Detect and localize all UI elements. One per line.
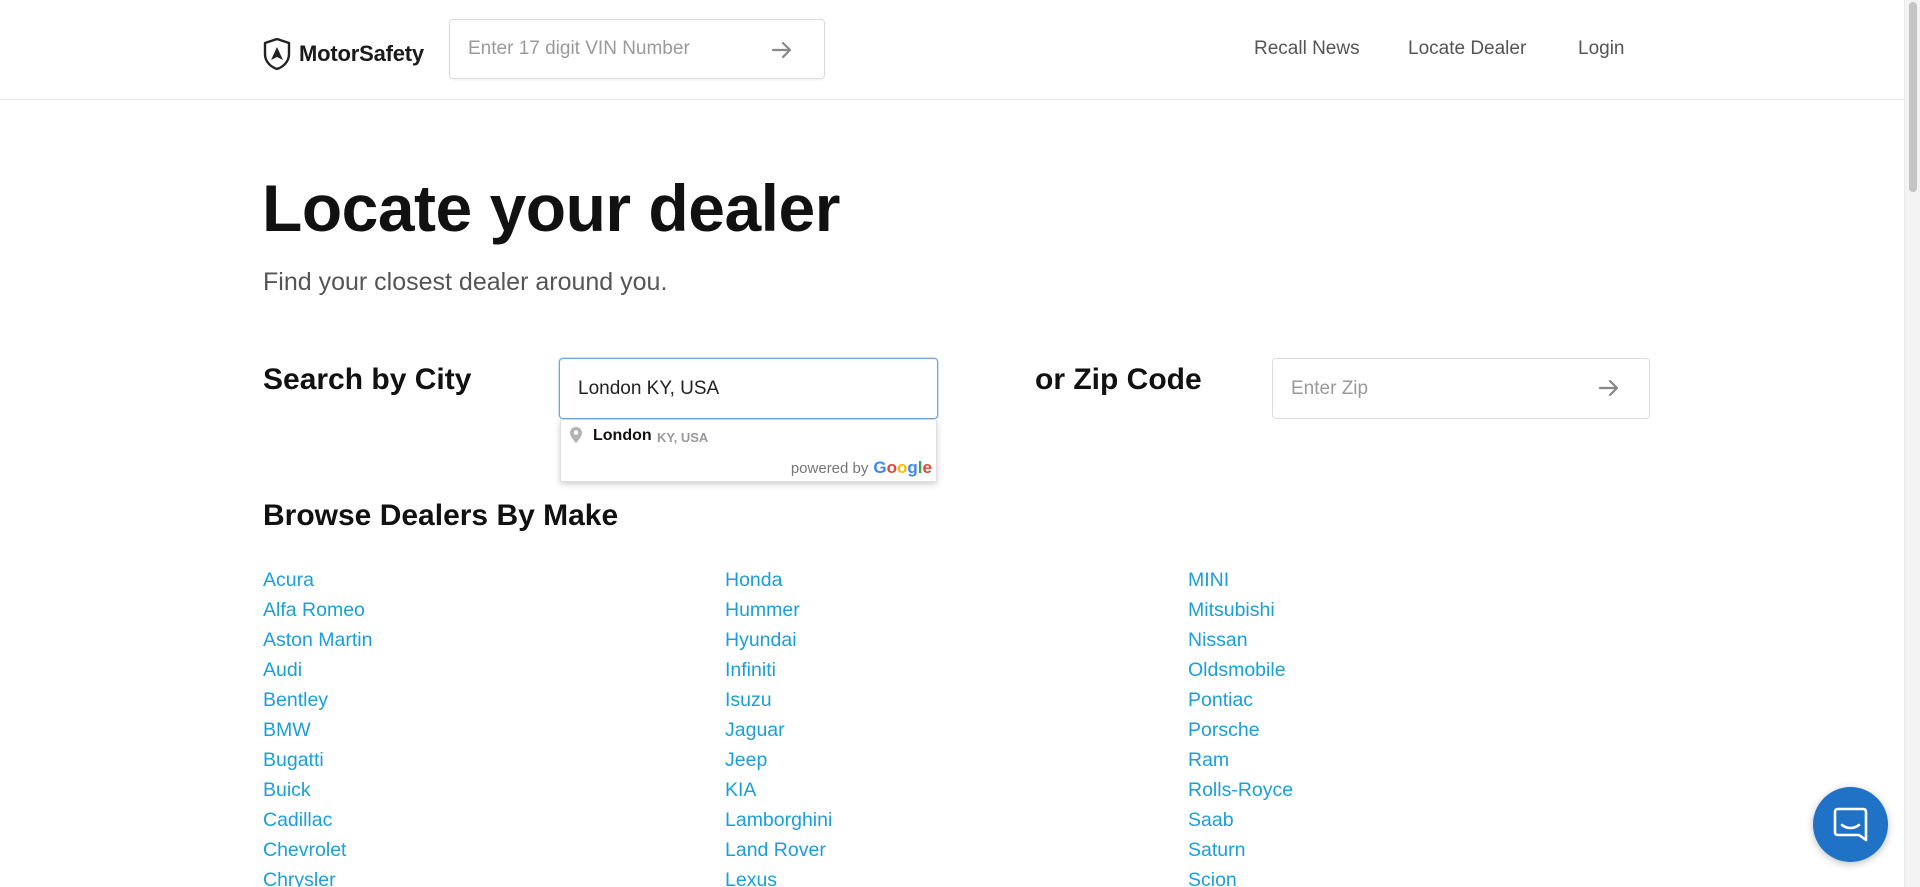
make-link[interactable]: Bentley xyxy=(263,685,683,715)
make-column-2: Honda Hummer Hyundai Infiniti Isuzu Jagu… xyxy=(725,565,1145,887)
make-column-1: Acura Alfa Romeo Aston Martin Audi Bentl… xyxy=(263,565,683,887)
autocomplete-suggestion[interactable]: London KY, USA xyxy=(561,420,938,452)
powered-by-google: powered by Google xyxy=(791,458,932,478)
make-link[interactable]: Infiniti xyxy=(725,655,1145,685)
make-link[interactable]: Buick xyxy=(263,775,683,805)
make-link[interactable]: Mitsubishi xyxy=(1188,595,1608,625)
make-link[interactable]: Chevrolet xyxy=(263,835,683,865)
make-link[interactable]: Alfa Romeo xyxy=(263,595,683,625)
make-link[interactable]: Rolls-Royce xyxy=(1188,775,1608,805)
browse-section-title: Browse Dealers By Make xyxy=(263,499,619,532)
city-autocomplete-dropdown: London KY, USA powered by Google xyxy=(560,420,937,482)
suggestion-secondary-text: KY, USA xyxy=(657,430,709,445)
arrow-right-icon[interactable] xyxy=(1595,374,1623,402)
make-link[interactable]: Audi xyxy=(263,655,683,685)
map-pin-icon xyxy=(570,427,582,443)
make-link[interactable]: Hyundai xyxy=(725,625,1145,655)
make-link[interactable]: Oldsmobile xyxy=(1188,655,1608,685)
suggestion-main-text: London xyxy=(593,427,652,444)
page-subtitle: Find your closest dealer around you. xyxy=(263,268,668,296)
nav-locate-dealer[interactable]: Locate Dealer xyxy=(1408,38,1526,60)
vin-input[interactable] xyxy=(468,20,768,78)
scrollbar-thumb[interactable] xyxy=(1909,2,1917,192)
city-search-box xyxy=(559,358,938,419)
make-link[interactable]: Jaguar xyxy=(725,715,1145,745)
nav-login[interactable]: Login xyxy=(1578,38,1625,60)
chat-bubble-icon xyxy=(1833,807,1868,842)
make-link[interactable]: Lamborghini xyxy=(725,805,1145,835)
google-logo: Google xyxy=(873,458,932,477)
city-search-label: Search by City xyxy=(263,363,472,396)
zip-input[interactable] xyxy=(1291,359,1591,418)
shield-logo-icon xyxy=(263,38,291,70)
make-column-3: MINI Mitsubishi Nissan Oldsmobile Pontia… xyxy=(1188,565,1608,887)
make-link[interactable]: KIA xyxy=(725,775,1145,805)
make-link[interactable]: Ram xyxy=(1188,745,1608,775)
make-link[interactable]: Lexus xyxy=(725,865,1145,887)
powered-by-text: powered by xyxy=(790,460,869,477)
vin-search-box xyxy=(449,19,825,79)
zip-search-box xyxy=(1272,358,1650,419)
make-link[interactable]: Land Rover xyxy=(725,835,1145,865)
make-link[interactable]: Aston Martin xyxy=(263,625,683,655)
logo[interactable]: MotorSafety xyxy=(263,38,424,70)
make-link[interactable]: BMW xyxy=(263,715,683,745)
chat-launcher-button[interactable] xyxy=(1813,787,1888,862)
make-link[interactable]: Isuzu xyxy=(725,685,1145,715)
page-scrollbar[interactable] xyxy=(1904,0,1920,887)
make-link[interactable]: Nissan xyxy=(1188,625,1608,655)
make-link[interactable]: Scion xyxy=(1188,865,1608,887)
make-link[interactable]: Chrysler xyxy=(263,865,683,887)
make-link[interactable]: Honda xyxy=(725,565,1145,595)
nav-recall-news[interactable]: Recall News xyxy=(1254,38,1360,60)
site-header: MotorSafety Recall News Locate Dealer Lo… xyxy=(0,0,1904,100)
zip-search-label: or Zip Code xyxy=(1035,363,1202,396)
make-link[interactable]: Hummer xyxy=(725,595,1145,625)
city-search-input[interactable] xyxy=(578,359,918,418)
make-link[interactable]: Bugatti xyxy=(263,745,683,775)
make-link[interactable]: MINI xyxy=(1188,565,1608,595)
arrow-right-icon[interactable] xyxy=(768,36,796,64)
logo-text: MotorSafety xyxy=(299,41,424,66)
make-link[interactable]: Cadillac xyxy=(263,805,683,835)
make-link[interactable]: Jeep xyxy=(725,745,1145,775)
page-title: Locate your dealer xyxy=(262,171,840,245)
make-link[interactable]: Porsche xyxy=(1188,715,1608,745)
make-link[interactable]: Pontiac xyxy=(1188,685,1608,715)
make-link[interactable]: Saturn xyxy=(1188,835,1608,865)
make-link[interactable]: Acura xyxy=(263,565,683,595)
make-link[interactable]: Saab xyxy=(1188,805,1608,835)
